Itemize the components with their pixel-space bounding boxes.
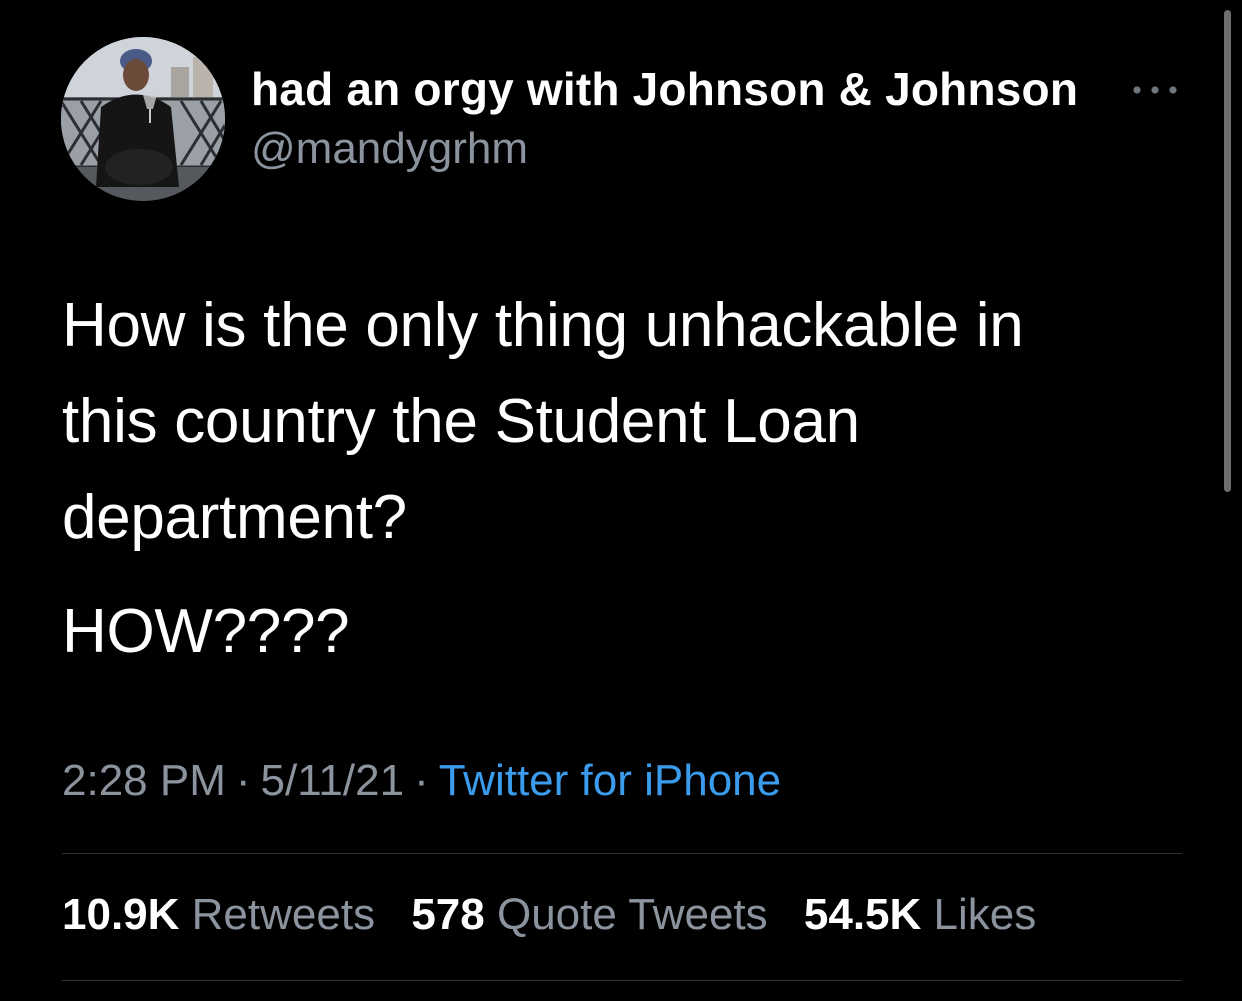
quote-tweets-stat[interactable]: 578 Quote Tweets (411, 890, 767, 939)
engagement-stats: 10.9K Retweets 578 Quote Tweets 54.5K Li… (62, 890, 1060, 940)
retweets-count: 10.9K (62, 890, 180, 939)
retweets-label: Retweets (191, 890, 376, 939)
tweet-text-line: How is the only thing unhackable in (62, 291, 1024, 360)
tweet-date[interactable]: 5/11/21 (261, 756, 405, 805)
username-handle[interactable]: @mandygrhm (251, 124, 528, 174)
likes-label: Likes (933, 890, 1037, 939)
profile-photo-icon (61, 37, 225, 201)
avatar[interactable] (61, 37, 225, 201)
scrollbar-thumb[interactable] (1224, 10, 1231, 492)
likes-count: 54.5K (803, 890, 922, 939)
tweet-text-line: this country the Student Loan (62, 387, 860, 456)
quote-tweets-label: Quote Tweets (496, 890, 768, 939)
ellipsis-icon (1133, 86, 1177, 94)
tweet-text-line: department? (62, 483, 407, 552)
divider (62, 980, 1182, 981)
tweet-detail: had an orgy with Johnson & Johnson @mand… (0, 0, 1242, 1001)
display-name[interactable]: had an orgy with Johnson & Johnson (251, 62, 1078, 116)
more-options-button[interactable] (1130, 70, 1180, 110)
separator-dot: · (235, 756, 251, 805)
tweet-time[interactable]: 2:28 PM (62, 756, 226, 805)
quote-tweets-count: 578 (411, 890, 485, 939)
tweet-metadata: 2:28 PM · 5/11/21 · Twitter for iPhone (62, 756, 781, 806)
divider (62, 853, 1182, 854)
separator-dot: · (414, 756, 429, 805)
likes-stat[interactable]: 54.5K Likes (804, 890, 1036, 939)
tweet-source-link[interactable]: Twitter for iPhone (439, 756, 781, 805)
tweet-text-paragraph: HOW???? (62, 597, 350, 666)
tweet-text: How is the only thing unhackable in this… (62, 278, 1162, 680)
retweets-stat[interactable]: 10.9K Retweets (62, 890, 375, 939)
